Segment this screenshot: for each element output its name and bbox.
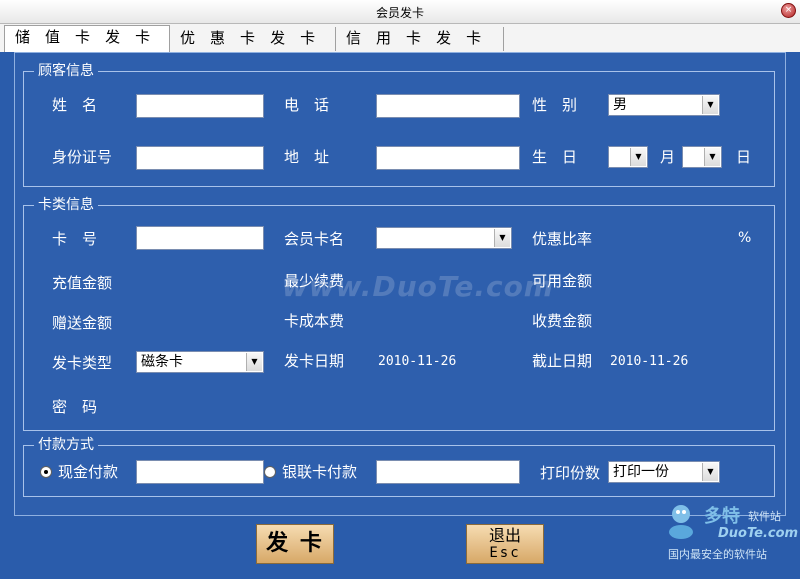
card-name-label: 会员卡名: [284, 230, 345, 248]
customer-info-legend: 顾客信息: [34, 62, 98, 80]
customer-info-group: 顾客信息 姓 名 电 话 性 别 男 ▼ 身份证号 地 址 生 日 ▼ 月 ▼ …: [23, 62, 775, 187]
logo-domain: DuoTe.com: [718, 526, 799, 541]
mascot-icon: [669, 505, 693, 539]
chevron-down-icon[interactable]: ▼: [702, 463, 718, 481]
duote-logo: 多特 软件站 DuoTe.com 国内最安全的软件站: [664, 500, 800, 579]
id-number-label: 身份证号: [52, 148, 113, 166]
close-icon[interactable]: ×: [781, 3, 796, 18]
issue-date-value: 2010-11-26: [378, 354, 457, 369]
issue-date-label: 发卡日期: [284, 352, 345, 370]
window-title: 会员发卡: [375, 6, 424, 20]
title-bar: 会员发卡 ×: [0, 0, 800, 24]
unionpay-payment-label: 银联卡付款: [282, 463, 358, 481]
card-info-legend: 卡类信息: [34, 196, 98, 214]
birth-day-select[interactable]: ▼: [682, 146, 722, 168]
card-type-select[interactable]: 磁条卡 ▼: [136, 351, 264, 373]
day-label: 日: [736, 148, 752, 166]
print-copies-select[interactable]: 打印一份 ▼: [608, 461, 720, 483]
print-copies-value: 打印一份: [613, 464, 669, 480]
tab-bar: 储 值 卡 发 卡(F7) 优 惠 卡 发 卡(F8) 信 用 卡 发 卡(F9…: [0, 24, 800, 69]
month-label: 月: [660, 148, 676, 166]
birthday-label: 生 日: [532, 148, 578, 166]
logo-sub: 软件站: [748, 510, 781, 523]
phone-input[interactable]: [376, 94, 520, 118]
gift-amount-label: 赠送金额: [52, 314, 113, 332]
chevron-down-icon[interactable]: ▼: [704, 148, 720, 166]
gender-value: 男: [613, 97, 627, 113]
card-number-input[interactable]: [136, 226, 264, 250]
cash-payment-radio[interactable]: [40, 466, 52, 478]
address-label: 地 址: [284, 148, 330, 166]
tab-discount-card[interactable]: 优 惠 卡 发 卡(F8): [170, 27, 336, 69]
card-cost-label: 卡成本费: [284, 312, 345, 330]
tab-credit-card[interactable]: 信 用 卡 发 卡(F9): [336, 27, 504, 69]
issue-card-button[interactable]: 发 卡: [256, 524, 334, 564]
card-type-label: 发卡类型: [52, 354, 113, 372]
gender-select[interactable]: 男 ▼: [608, 94, 720, 116]
card-type-value: 磁条卡: [141, 354, 183, 370]
payment-legend: 付款方式: [34, 436, 98, 454]
percent-sign: %: [738, 230, 752, 246]
logo-brand: 多特: [704, 506, 740, 527]
card-name-select[interactable]: ▼: [376, 227, 512, 249]
chevron-down-icon[interactable]: ▼: [246, 353, 262, 371]
chevron-down-icon[interactable]: ▼: [494, 229, 510, 247]
card-number-label: 卡 号: [52, 230, 98, 248]
exit-button-label: 退出: [488, 526, 521, 545]
expire-date-value: 2010-11-26: [610, 354, 689, 369]
name-label: 姓 名: [52, 96, 98, 114]
gender-label: 性 别: [532, 96, 578, 114]
charge-amount-label: 收费金额: [532, 312, 593, 330]
unionpay-payment-radio[interactable]: [264, 466, 276, 478]
watermark-text: www.DuoTe.com: [282, 270, 554, 303]
name-input[interactable]: [136, 94, 264, 118]
tab-stored-value-card[interactable]: 储 值 卡 发 卡(F7): [4, 25, 170, 68]
chevron-down-icon[interactable]: ▼: [630, 148, 646, 166]
cash-payment-label: 现金付款: [58, 463, 119, 481]
payment-group: 付款方式 现金付款 银联卡付款 打印份数 打印一份 ▼: [23, 436, 775, 497]
id-number-input[interactable]: [136, 146, 264, 170]
unionpay-amount-input[interactable]: [376, 460, 520, 484]
logo-tagline: 国内最安全的软件站: [668, 548, 767, 561]
card-info-group: 卡类信息 卡 号 会员卡名 ▼ 优惠比率 % 充值金额 最少续费 可用金额 赠送…: [23, 196, 775, 431]
recharge-amount-label: 充值金额: [52, 274, 113, 292]
exit-shortcut-label: Esc: [489, 545, 521, 561]
cash-amount-input[interactable]: [136, 460, 264, 484]
address-input[interactable]: [376, 146, 520, 170]
discount-rate-label: 优惠比率: [532, 230, 593, 248]
birth-month-select[interactable]: ▼: [608, 146, 648, 168]
expire-date-label: 截止日期: [532, 352, 593, 370]
chevron-down-icon[interactable]: ▼: [702, 96, 718, 114]
print-copies-label: 打印份数: [540, 464, 601, 482]
phone-label: 电 话: [284, 96, 330, 114]
password-label: 密 码: [52, 398, 98, 416]
exit-button[interactable]: 退出 Esc: [466, 524, 544, 564]
